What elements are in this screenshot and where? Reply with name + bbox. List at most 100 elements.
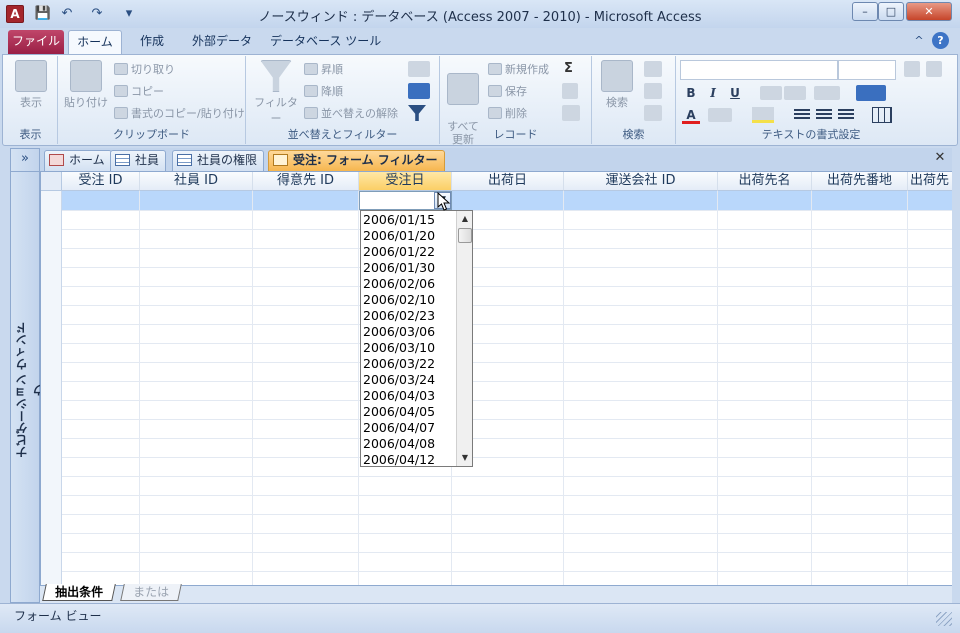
indent-decrease-icon[interactable] xyxy=(760,86,782,100)
dropdown-item[interactable]: 2006/01/15 xyxy=(361,212,456,228)
dropdown-item[interactable]: 2006/04/05 xyxy=(361,404,456,420)
dropdown-scrollbar[interactable]: ▲ ▼ xyxy=(456,211,472,466)
format-painter-button[interactable]: 書式のコピー/貼り付け xyxy=(114,105,245,121)
maximize-button[interactable]: □ xyxy=(878,2,904,21)
order-date-dropdown-list[interactable]: 2006/01/15 2006/01/20 2006/01/22 2006/01/30… xyxy=(360,210,473,467)
dropdown-item[interactable]: 2006/03/22 xyxy=(361,356,456,372)
more-records-icon[interactable] xyxy=(562,105,580,121)
align-right-icon[interactable] xyxy=(838,109,854,121)
column-header-order-id[interactable]: 受注 ID xyxy=(62,172,140,191)
sort-descending-button[interactable]: 降順 xyxy=(304,83,343,99)
column-header-ship-address[interactable]: 出荷先番地 xyxy=(812,172,908,191)
minimize-button[interactable]: – xyxy=(852,2,878,21)
filter-criteria-row[interactable] xyxy=(62,191,952,210)
access-app-icon[interactable]: A xyxy=(6,5,24,23)
paste-button[interactable]: 貼り付け xyxy=(62,60,110,110)
dropdown-item[interactable]: 2006/02/06 xyxy=(361,276,456,292)
resize-grip[interactable] xyxy=(936,612,952,626)
dropdown-item[interactable]: 2006/03/10 xyxy=(361,340,456,356)
tab-file[interactable]: ファイル xyxy=(8,30,64,54)
doc-tab-employees[interactable]: 社員 xyxy=(110,150,167,171)
customize-qat-icon[interactable]: ▾ xyxy=(120,5,138,23)
dropdown-item[interactable]: 2006/04/07 xyxy=(361,420,456,436)
ribbon-collapse-icon[interactable]: ^ xyxy=(912,34,926,48)
advanced-filter-icon[interactable] xyxy=(408,83,430,99)
find-button[interactable]: 検索 xyxy=(598,60,636,110)
alt-row-color-icon[interactable] xyxy=(872,107,892,123)
tab-create[interactable]: 作成 xyxy=(128,30,176,54)
spelling-icon[interactable] xyxy=(562,83,578,99)
remove-sort-button[interactable]: 並べ替えの解除 xyxy=(304,105,398,121)
scroll-up-arrow-icon[interactable]: ▲ xyxy=(457,211,473,227)
dropdown-item[interactable]: 2006/01/20 xyxy=(361,228,456,244)
select-all-corner[interactable] xyxy=(41,172,62,191)
bullet-list-icon[interactable] xyxy=(904,61,920,77)
rtl-icon[interactable] xyxy=(814,86,840,100)
column-header-shipper-id[interactable]: 運送会社 ID xyxy=(564,172,718,191)
dropdown-item[interactable]: 2006/03/24 xyxy=(361,372,456,388)
gridlines-icon[interactable] xyxy=(856,85,886,101)
tab-database-tools[interactable]: データベース ツール xyxy=(258,30,393,54)
dropdown-item[interactable]: 2006/03/06 xyxy=(361,324,456,340)
column-header-order-date[interactable]: 受注日 xyxy=(359,172,452,191)
doc-tab-employee-privileges[interactable]: 社員の権限 xyxy=(172,150,265,171)
save-icon[interactable]: 💾 xyxy=(34,5,52,23)
font-name-dropdown[interactable] xyxy=(680,60,838,80)
dropdown-item[interactable]: 2006/04/08 xyxy=(361,436,456,452)
replace-icon[interactable] xyxy=(644,61,662,77)
tab-external-data[interactable]: 外部データ xyxy=(180,30,264,54)
highlight-icon[interactable] xyxy=(708,108,732,122)
dropdown-item[interactable]: 2006/01/22 xyxy=(361,244,456,260)
grid-row-line xyxy=(62,514,952,515)
close-document-icon[interactable]: ✕ xyxy=(932,150,948,168)
dropdown-item[interactable]: 2006/04/12 xyxy=(361,452,456,468)
dropdown-item[interactable]: 2006/04/03 xyxy=(361,388,456,404)
selection-filter-icon[interactable] xyxy=(408,61,430,77)
delete-record-button[interactable]: 削除 xyxy=(488,105,527,121)
indent-increase-icon[interactable] xyxy=(784,86,806,100)
column-header-ship-city[interactable]: 出荷先 xyxy=(908,172,952,191)
close-button[interactable]: ✕ xyxy=(906,2,952,21)
redo-icon[interactable]: ↷ xyxy=(88,5,106,23)
bold-button[interactable]: B xyxy=(682,84,700,102)
column-header-customer-id[interactable]: 得意先 ID xyxy=(253,172,359,191)
undo-icon[interactable]: ↶ xyxy=(58,5,76,23)
tab-home[interactable]: ホーム xyxy=(68,30,122,54)
copy-button[interactable]: コピー xyxy=(114,83,164,99)
column-header-employee-id[interactable]: 社員 ID xyxy=(140,172,253,191)
align-left-icon[interactable] xyxy=(794,109,810,121)
underline-button[interactable]: U xyxy=(726,84,744,102)
font-color-button[interactable]: A xyxy=(682,106,700,124)
doc-tab-orders-filter[interactable]: 受注: フォーム フィルター xyxy=(268,150,445,171)
help-icon[interactable]: ? xyxy=(932,32,949,49)
doc-tab-home[interactable]: ホーム xyxy=(44,150,112,171)
dropdown-item[interactable]: 2006/02/23 xyxy=(361,308,456,324)
totals-sigma-icon[interactable]: Σ xyxy=(564,61,578,76)
save-record-button[interactable]: 保存 xyxy=(488,83,527,99)
goto-arrow-icon[interactable] xyxy=(644,83,662,99)
filter-button[interactable]: フィルター xyxy=(252,60,300,126)
dropdown-item[interactable]: 2006/02/10 xyxy=(361,292,456,308)
select-cursor-icon[interactable] xyxy=(644,105,662,121)
align-center-icon[interactable] xyxy=(816,109,832,121)
scroll-down-arrow-icon[interactable]: ▼ xyxy=(457,450,473,466)
numbered-list-icon[interactable] xyxy=(926,61,942,77)
toggle-filter-icon[interactable] xyxy=(408,105,426,121)
cut-button[interactable]: 切り取り xyxy=(114,61,175,77)
italic-button[interactable]: I xyxy=(704,84,722,102)
tab-or[interactable]: または xyxy=(120,584,182,601)
font-size-dropdown[interactable] xyxy=(838,60,896,80)
view-button[interactable]: 表示 xyxy=(10,60,52,110)
new-record-button[interactable]: 新規作成 xyxy=(488,61,549,77)
scroll-thumb[interactable] xyxy=(458,228,472,243)
column-header-ship-date[interactable]: 出荷日 xyxy=(452,172,564,191)
dropdown-item[interactable]: 2006/01/30 xyxy=(361,260,456,276)
tab-criteria[interactable]: 抽出条件 xyxy=(42,584,116,601)
nav-pane-toggle-icon[interactable]: » xyxy=(10,148,40,172)
sort-ascending-button[interactable]: 昇順 xyxy=(304,61,343,77)
grid-column-line xyxy=(139,191,140,585)
column-header-ship-name[interactable]: 出荷先名 xyxy=(718,172,812,191)
nav-pane-label[interactable]: ナビゲーション ウィンドウ xyxy=(13,320,46,460)
fill-color-icon[interactable] xyxy=(752,107,774,123)
refresh-all-button[interactable]: すべて 更新 xyxy=(444,60,482,159)
